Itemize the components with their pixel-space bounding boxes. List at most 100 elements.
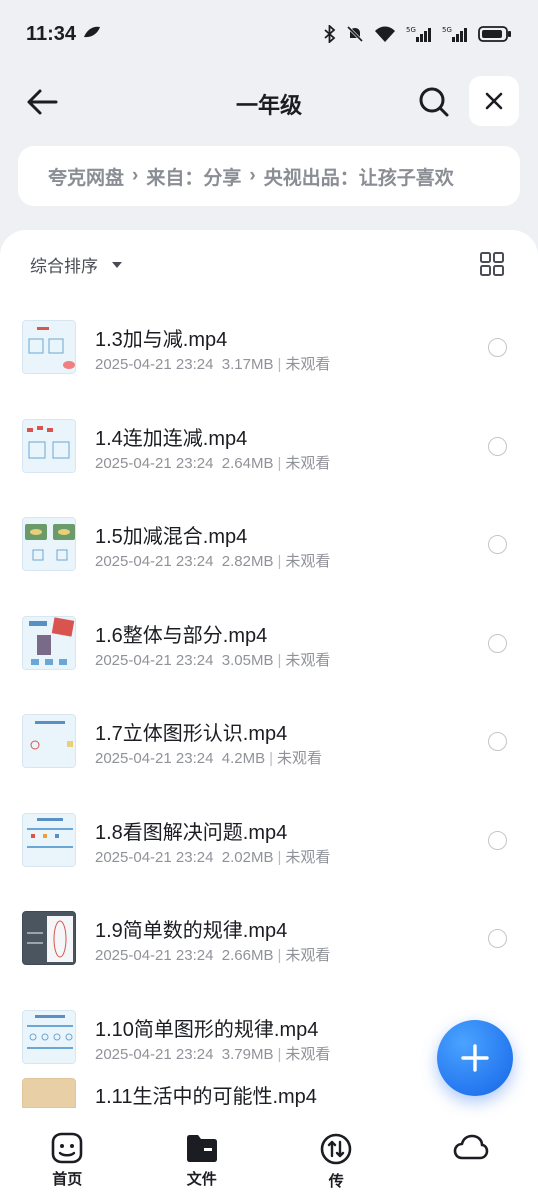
sort-dropdown[interactable]: 综合排序: [30, 252, 122, 277]
status-time: 11:34: [26, 22, 77, 45]
file-list: 1.3加与减.mp4 2025-04-21 23:24 3.17MB | 未观看 1…: [0, 290, 538, 1108]
file-meta: 2025-04-21 23:24 2.82MB | 未观看: [95, 553, 331, 570]
select-radio[interactable]: [488, 929, 507, 948]
mute-bell-icon: [346, 25, 364, 43]
video-thumbnail: [22, 517, 76, 571]
watch-status: 未观看: [285, 454, 331, 472]
breadcrumb-item-root[interactable]: 夸克网盘: [48, 163, 124, 190]
file-meta: 2025-04-21 23:24 3.79MB | 未观看: [95, 1045, 331, 1063]
header: 一年级: [0, 72, 538, 132]
file-size: 3.17MB: [221, 356, 274, 373]
file-meta: 2025-04-21 23:24 2.66MB | 未观看: [95, 947, 331, 964]
chevron-right-icon: ›: [132, 165, 139, 186]
status-bar: 11:34 5G 5G: [0, 0, 538, 68]
file-size: 4.2MB: [221, 750, 266, 767]
battery-icon: [478, 25, 512, 43]
video-thumbnail: [22, 911, 76, 965]
list-item[interactable]: 1.8看图解决问题.mp4 2025-04-21 23:24 2.02MB | 未观…: [0, 783, 538, 882]
watch-status: 未观看: [285, 947, 331, 964]
back-button[interactable]: [22, 82, 62, 122]
watch-status: 未观看: [285, 553, 331, 570]
page-title: 一年级: [235, 93, 302, 118]
caret-down-icon: [112, 261, 122, 268]
watch-status: 未观看: [285, 848, 331, 866]
watch-status: 未观看: [285, 651, 331, 669]
nav-item-transfer[interactable]: 传: [269, 1118, 404, 1200]
grid-view-button[interactable]: [478, 250, 506, 278]
file-name: 1.9简单数的规律.mp4: [95, 920, 288, 942]
file-date: 2025-04-21 23:24: [95, 651, 214, 669]
select-radio[interactable]: [488, 732, 507, 751]
file-size: 3.79MB: [221, 1045, 274, 1063]
nav-item-files[interactable]: 文件: [135, 1118, 270, 1200]
file-size: 3.05MB: [221, 651, 274, 669]
select-radio[interactable]: [488, 633, 507, 653]
file-size: 2.82MB: [221, 553, 274, 570]
breadcrumb-item-folder[interactable]: 央视出品：让孩子喜欢: [264, 163, 454, 190]
bottom-nav: 首页 文件 传: [0, 1118, 538, 1200]
nav-label: 文件: [186, 1171, 217, 1188]
list-item[interactable]: 1.6整体与部分.mp4 2025-04-21 23:24 3.05MB | 未观看: [0, 586, 538, 685]
file-size: 2.66MB: [221, 947, 274, 964]
file-name: 1.7立体图形认识.mp4: [95, 723, 288, 745]
file-name: 1.3加与减.mp4: [95, 329, 228, 351]
file-date: 2025-04-21 23:24: [95, 356, 214, 373]
folder-icon: [186, 1135, 217, 1162]
signal-icon-2: 5G: [442, 25, 468, 43]
video-thumbnail: [22, 812, 76, 867]
select-radio[interactable]: [488, 535, 507, 554]
file-meta: 2025-04-21 23:24 3.17MB | 未观看: [95, 356, 331, 373]
file-name: 1.10简单图形的规律.mp4: [95, 1018, 319, 1041]
breadcrumb-item-share[interactable]: 来自：分享: [146, 163, 241, 190]
close-icon: [485, 92, 503, 110]
add-fab-button[interactable]: [437, 1020, 513, 1096]
video-thumbnail: [22, 1009, 76, 1064]
signal-icon-1: 5G: [406, 25, 432, 43]
file-meta: 2025-04-21 23:24 2.64MB | 未观看: [95, 454, 331, 472]
file-date: 2025-04-21 23:24: [95, 1045, 214, 1063]
file-date: 2025-04-21 23:24: [95, 750, 214, 767]
list-item[interactable]: 1.9简单数的规律.mp4 2025-04-21 23:24 2.66MB | 未观…: [0, 881, 538, 980]
wifi-icon: [374, 25, 396, 43]
leaf-notification-icon: [82, 23, 102, 46]
file-name: 1.6整体与部分.mp4: [95, 624, 268, 647]
select-radio[interactable]: [488, 436, 507, 456]
file-name: 1.4连加连减.mp4: [95, 427, 248, 450]
svg-text:5G: 5G: [442, 26, 452, 34]
file-date: 2025-04-21 23:24: [95, 553, 214, 570]
file-name: 1.11生活中的可能性.mp4: [95, 1086, 317, 1108]
file-name: 1.5加减混合.mp4: [95, 526, 248, 548]
file-date: 2025-04-21 23:24: [95, 454, 214, 472]
select-radio[interactable]: [488, 830, 507, 850]
close-button[interactable]: [469, 76, 519, 126]
breadcrumb: 夸克网盘 › 来自：分享 › 央视出品：让孩子喜欢: [18, 146, 520, 206]
chevron-right-icon: ›: [249, 165, 256, 186]
status-right: 5G 5G: [324, 25, 512, 43]
video-thumbnail: [22, 714, 76, 768]
watch-status: 未观看: [285, 356, 331, 373]
video-thumbnail: [22, 320, 76, 374]
video-thumbnail: [22, 418, 76, 473]
nav-label: 传: [328, 1173, 344, 1190]
search-icon: [419, 87, 449, 117]
watch-status: 未观看: [277, 750, 323, 767]
file-name: 1.8看图解决问题.mp4: [95, 821, 288, 844]
list-item[interactable]: 1.5加减混合.mp4 2025-04-21 23:24 2.82MB | 未观看: [0, 487, 538, 586]
list-item[interactable]: 1.3加与减.mp4 2025-04-21 23:24 3.17MB | 未观看: [0, 290, 538, 389]
nav-item-home[interactable]: 首页: [0, 1118, 135, 1200]
back-arrow-icon: [27, 89, 58, 115]
status-left: 11:34: [26, 23, 102, 46]
file-date: 2025-04-21 23:24: [95, 848, 214, 866]
svg-text:5G: 5G: [406, 26, 416, 34]
search-button[interactable]: [414, 82, 454, 122]
nav-item-cloud[interactable]: [404, 1118, 538, 1200]
list-item[interactable]: 1.4连加连减.mp4 2025-04-21 23:24 2.64MB | 未观看: [0, 389, 538, 488]
file-meta: 2025-04-21 23:24 2.02MB | 未观看: [95, 848, 331, 866]
file-meta: 2025-04-21 23:24 4.2MB | 未观看: [95, 750, 323, 767]
video-thumbnail: [22, 1078, 76, 1108]
sort-label: 综合排序: [30, 257, 98, 276]
grid-icon: [480, 252, 504, 276]
list-item[interactable]: 1.7立体图形认识.mp4 2025-04-21 23:24 4.2MB | 未观看: [0, 684, 538, 783]
transfer-icon: [320, 1133, 352, 1165]
select-radio[interactable]: [488, 338, 507, 357]
